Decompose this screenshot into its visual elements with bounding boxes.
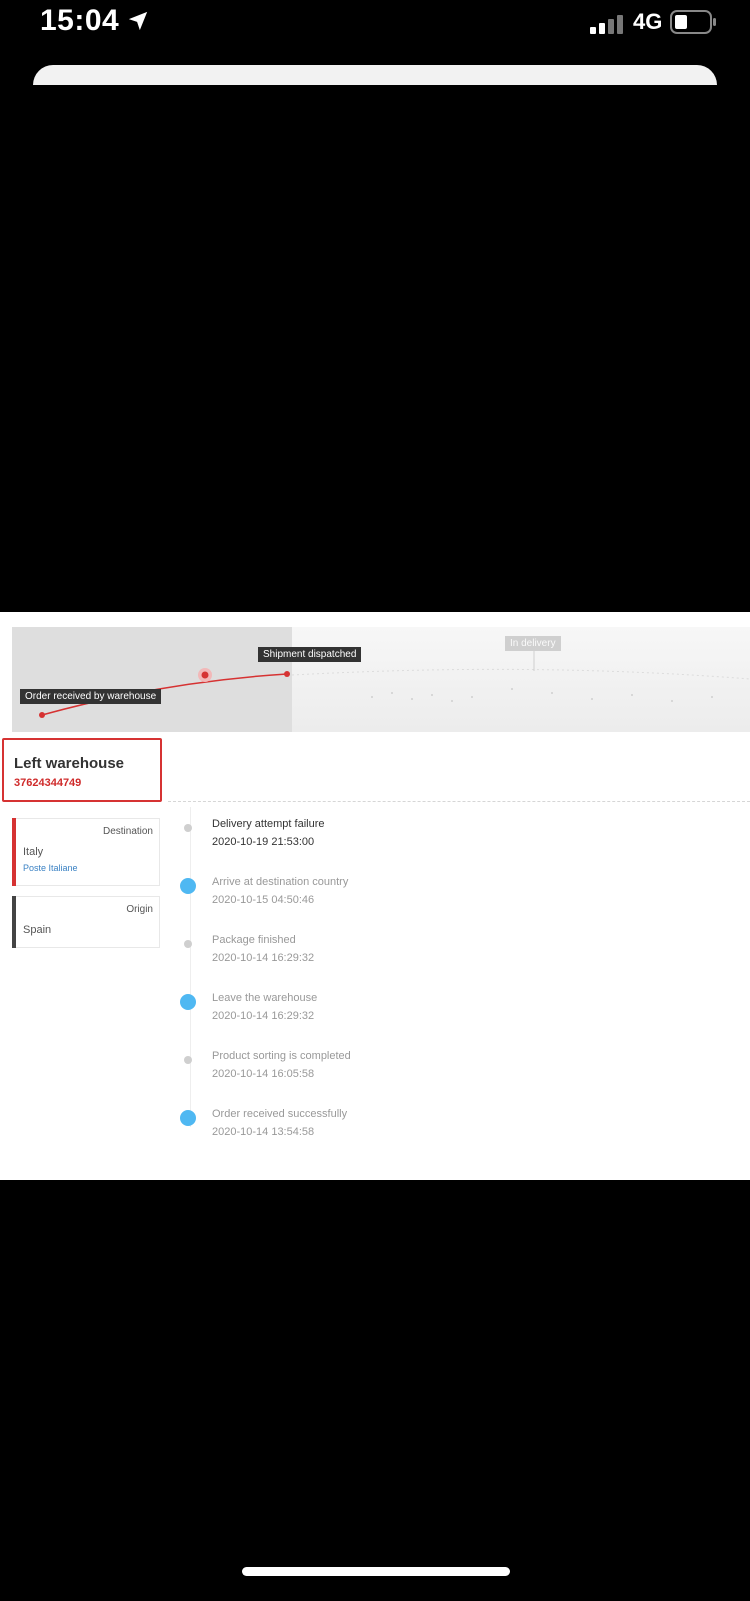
clock: 15:04 bbox=[40, 4, 120, 37]
timeline-event: Package finished bbox=[212, 934, 296, 946]
timeline-dot-small bbox=[184, 824, 192, 832]
timeline-time: 2020-10-14 16:29:32 bbox=[212, 952, 315, 964]
destination-label: Destination bbox=[102, 826, 153, 837]
destination-carrier-link[interactable]: Poste Italiane bbox=[23, 863, 78, 873]
destination-card: Destination Italy Poste Italiane bbox=[12, 818, 160, 886]
origin-color-bar bbox=[12, 896, 16, 948]
location-arrow-icon bbox=[128, 11, 148, 31]
timeline-dot-big bbox=[180, 1110, 196, 1126]
network-type: 4G bbox=[633, 9, 663, 34]
timeline-time: 2020-10-14 16:05:58 bbox=[212, 1068, 315, 1080]
sheet-grabber bbox=[33, 65, 717, 85]
route-point-origin bbox=[39, 712, 45, 718]
timeline-event: Delivery attempt failure bbox=[212, 818, 325, 830]
timeline-event: Product sorting is completed bbox=[212, 1050, 351, 1062]
timeline-time: 2020-10-14 16:29:32 bbox=[212, 1010, 315, 1022]
home-indicator[interactable] bbox=[242, 1567, 510, 1576]
timeline-dot-big bbox=[180, 878, 196, 894]
destination-country: Italy bbox=[23, 846, 44, 858]
timeline-time: 2020-10-19 21:53:00 bbox=[212, 836, 315, 848]
shipment-status: Left warehouse bbox=[14, 755, 125, 772]
timeline-event: Order received successfully bbox=[212, 1108, 348, 1120]
label-in-delivery: In delivery bbox=[505, 636, 561, 651]
origin-card: Origin Spain bbox=[12, 896, 160, 948]
route-map: Order received by warehouse Shipment dis… bbox=[12, 627, 750, 732]
tracking-number[interactable]: 37624344749 bbox=[14, 777, 81, 789]
timeline-event: Arrive at destination country bbox=[212, 876, 349, 888]
timeline-dot-big bbox=[180, 994, 196, 1010]
map-terrain bbox=[371, 688, 713, 702]
shipment-status-box: Left warehouse 37624344749 bbox=[2, 738, 162, 802]
destination-color-bar bbox=[12, 818, 16, 886]
route-future-path bbox=[291, 668, 750, 680]
label-order-received: Order received by warehouse bbox=[20, 689, 162, 704]
origin-country: Spain bbox=[23, 924, 52, 936]
route-current-point bbox=[201, 671, 209, 679]
signal-icon bbox=[590, 15, 623, 34]
timeline-time: 2020-10-14 13:54:58 bbox=[212, 1126, 315, 1138]
battery-icon bbox=[670, 10, 716, 34]
timeline-dot-small bbox=[184, 940, 192, 948]
header-divider bbox=[168, 801, 750, 802]
route-map-graphics bbox=[39, 651, 750, 718]
origin-label: Origin bbox=[126, 904, 153, 915]
status-bar: 15:04 4G bbox=[0, 0, 750, 50]
timeline-dot-small bbox=[184, 1056, 192, 1064]
timeline-event: Leave the warehouse bbox=[212, 992, 318, 1004]
timeline-time: 2020-10-15 04:50:46 bbox=[212, 894, 315, 906]
route-point-dispatched bbox=[284, 671, 290, 677]
timeline-line bbox=[190, 807, 192, 1127]
label-dispatched: Shipment dispatched bbox=[258, 647, 362, 662]
tracking-panel: Order received by warehouse Shipment dis… bbox=[0, 612, 750, 1180]
